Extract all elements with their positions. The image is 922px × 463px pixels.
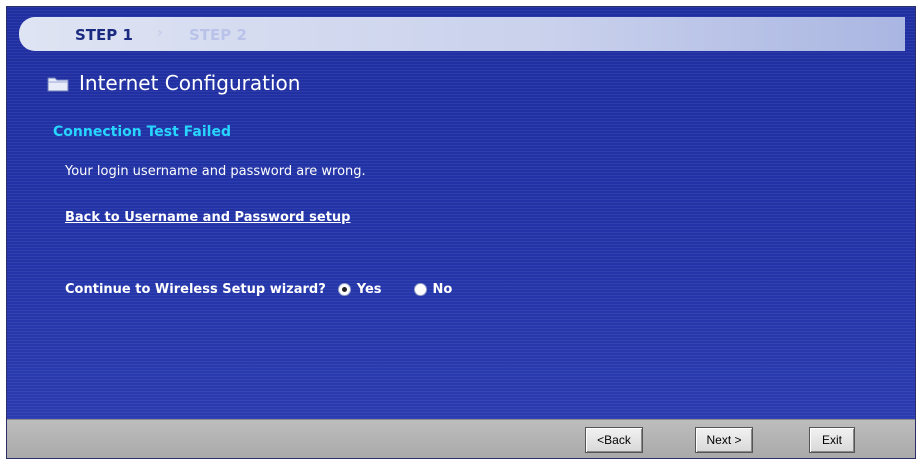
- yes-radio[interactable]: [337, 283, 351, 296]
- status-heading: Connection Test Failed: [53, 124, 231, 140]
- wireless-wizard-question: Continue to Wireless Setup wizard? Yes N…: [65, 282, 452, 297]
- step-1-label: STEP 1: [75, 26, 133, 44]
- step-separator-icon: ›: [157, 25, 163, 41]
- next-button[interactable]: Next >: [695, 427, 753, 453]
- exit-button[interactable]: Exit: [809, 427, 855, 453]
- back-to-setup-link[interactable]: Back to Username and Password setup: [65, 210, 350, 225]
- back-button[interactable]: <Back: [585, 427, 643, 453]
- yes-radio-label: Yes: [356, 282, 382, 297]
- error-message: Your login username and password are wro…: [65, 164, 366, 179]
- no-radio-option[interactable]: No: [413, 282, 453, 297]
- wizard-window: STEP 1 › STEP 2 Internet Configuration C…: [6, 6, 916, 459]
- page-header: Internet Configuration: [47, 69, 300, 97]
- folder-icon: [47, 75, 69, 92]
- no-radio-label: No: [432, 282, 453, 297]
- step-indicator: STEP 1 › STEP 2: [19, 17, 905, 51]
- button-bar: <Back Next > Exit: [7, 419, 915, 458]
- step-2-label: STEP 2: [189, 26, 247, 44]
- no-radio[interactable]: [413, 283, 427, 296]
- wizard-question-label: Continue to Wireless Setup wizard?: [65, 282, 326, 297]
- yes-radio-option[interactable]: Yes: [337, 282, 382, 297]
- page-title: Internet Configuration: [79, 71, 301, 95]
